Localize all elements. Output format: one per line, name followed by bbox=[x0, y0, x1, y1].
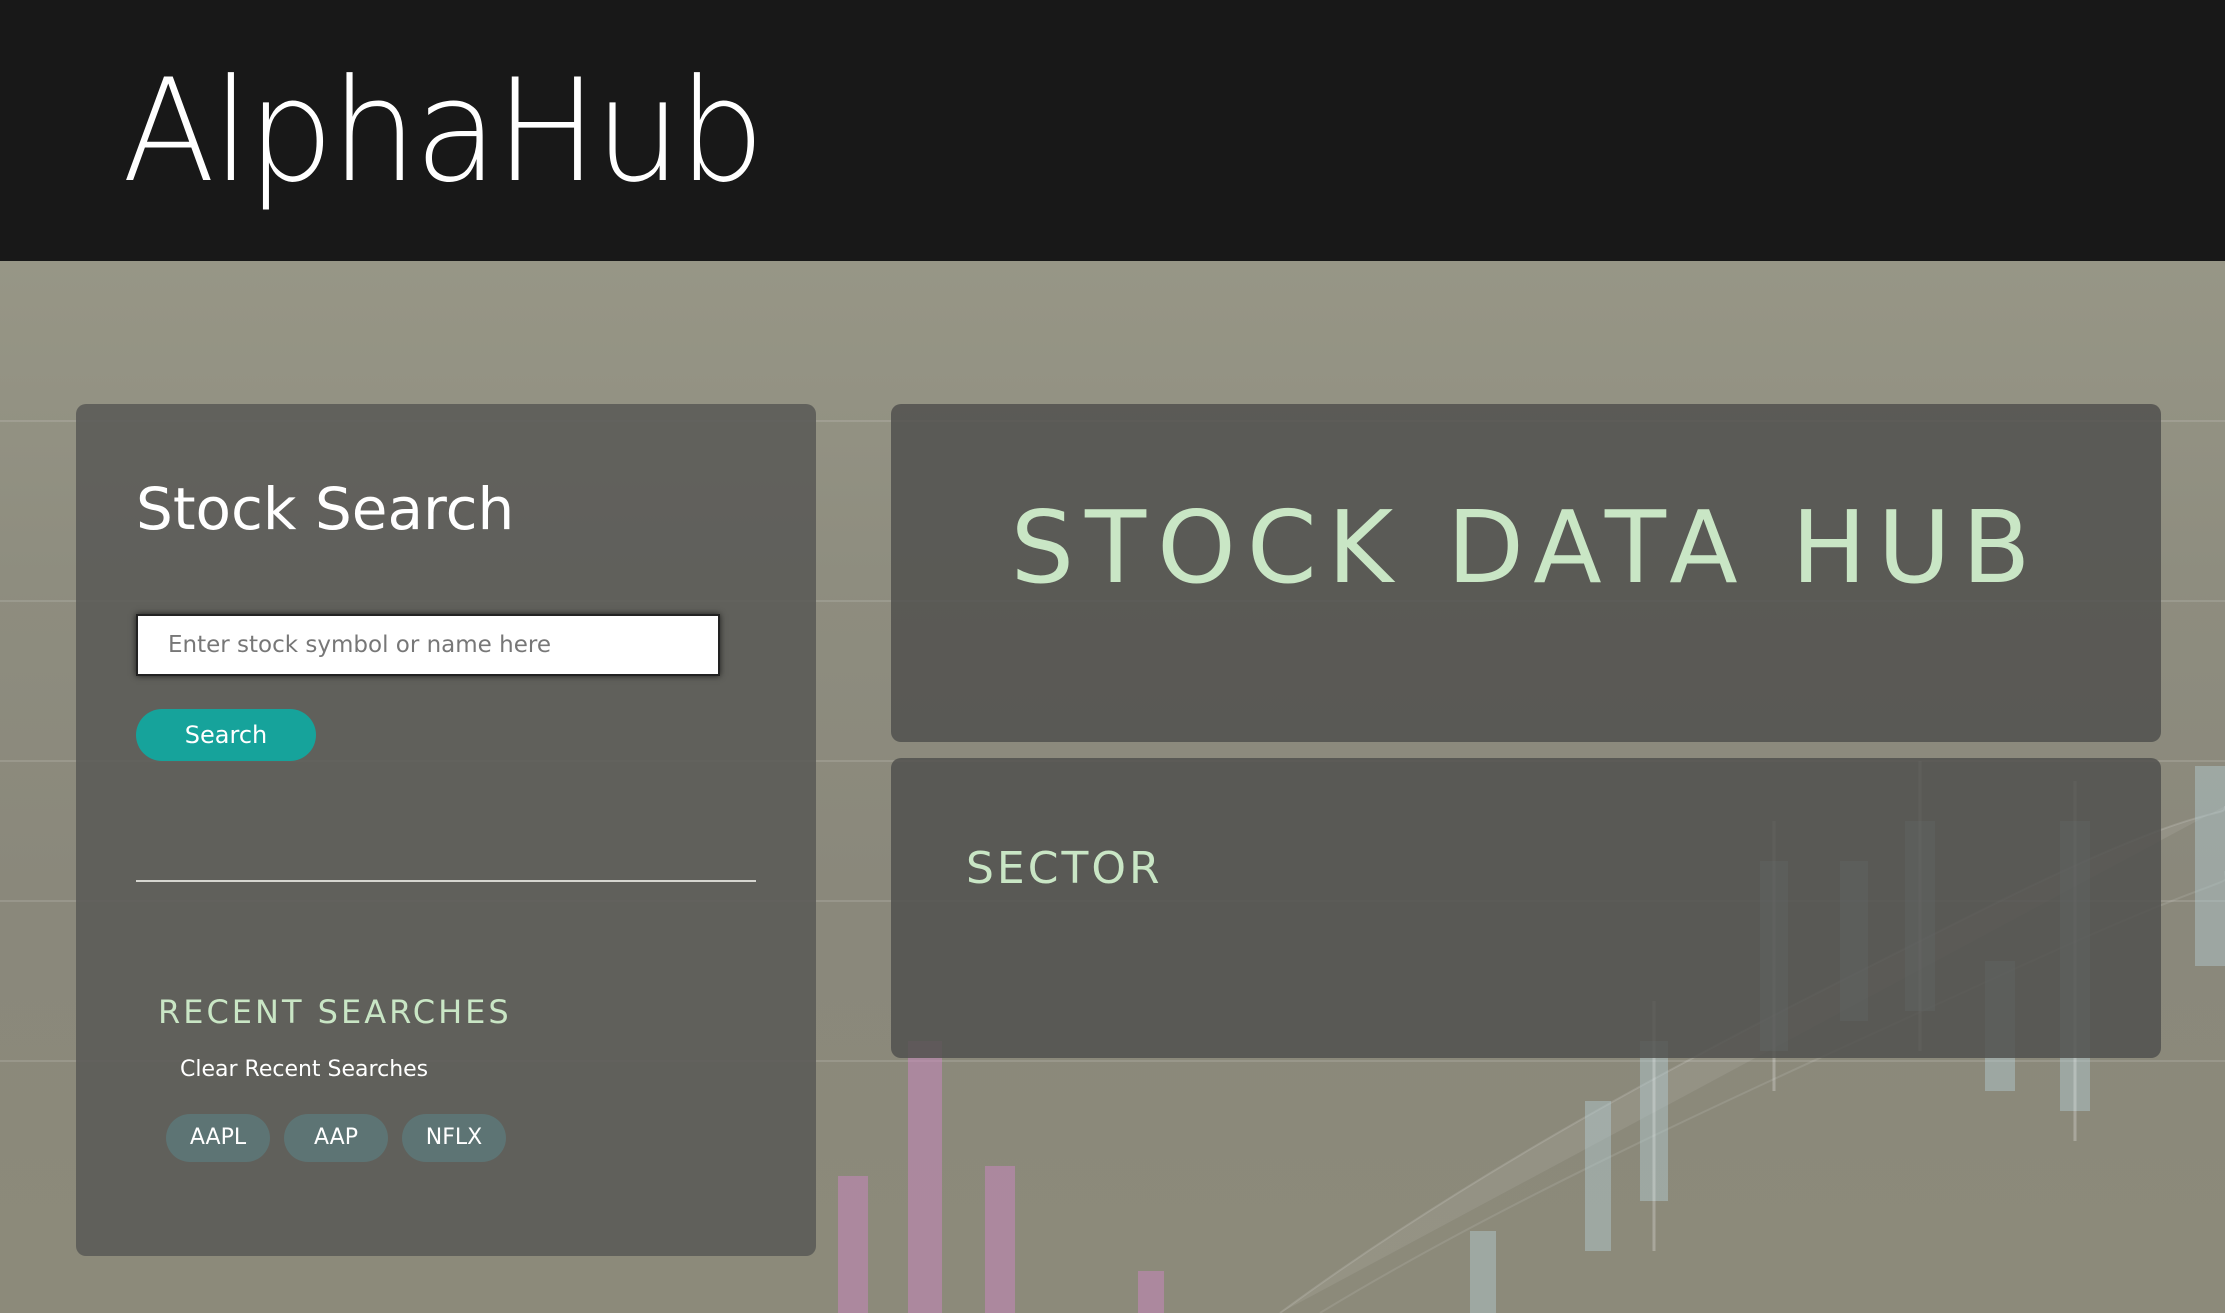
sector-panel: SECTOR bbox=[891, 758, 2161, 1058]
app-logo-text[interactable]: AlphaHub bbox=[122, 42, 765, 222]
sector-title: SECTOR bbox=[966, 843, 1163, 894]
recent-search-chip[interactable]: AAPL bbox=[166, 1114, 270, 1162]
recent-search-chip[interactable]: NFLX bbox=[402, 1114, 506, 1162]
stock-search-input[interactable] bbox=[136, 614, 720, 676]
stock-data-hub-panel: STOCK DATA HUB bbox=[891, 404, 2161, 742]
recent-search-chip[interactable]: AAP bbox=[284, 1114, 388, 1162]
stock-search-panel: Stock Search Search RECENT SEARCHES Clea… bbox=[76, 404, 816, 1256]
stock-search-title: Stock Search bbox=[136, 475, 515, 543]
recent-searches-title: RECENT SEARCHES bbox=[158, 993, 512, 1031]
main-stage: Stock Search Search RECENT SEARCHES Clea… bbox=[0, 261, 2225, 1313]
recent-searches-list: AAPL AAP NFLX bbox=[166, 1114, 506, 1162]
stock-data-hub-title: STOCK DATA HUB bbox=[1010, 489, 2042, 606]
app-header: AlphaHub bbox=[0, 0, 2225, 261]
panel-divider bbox=[136, 880, 756, 882]
search-button[interactable]: Search bbox=[136, 709, 316, 761]
clear-recent-searches-link[interactable]: Clear Recent Searches bbox=[180, 1055, 428, 1085]
